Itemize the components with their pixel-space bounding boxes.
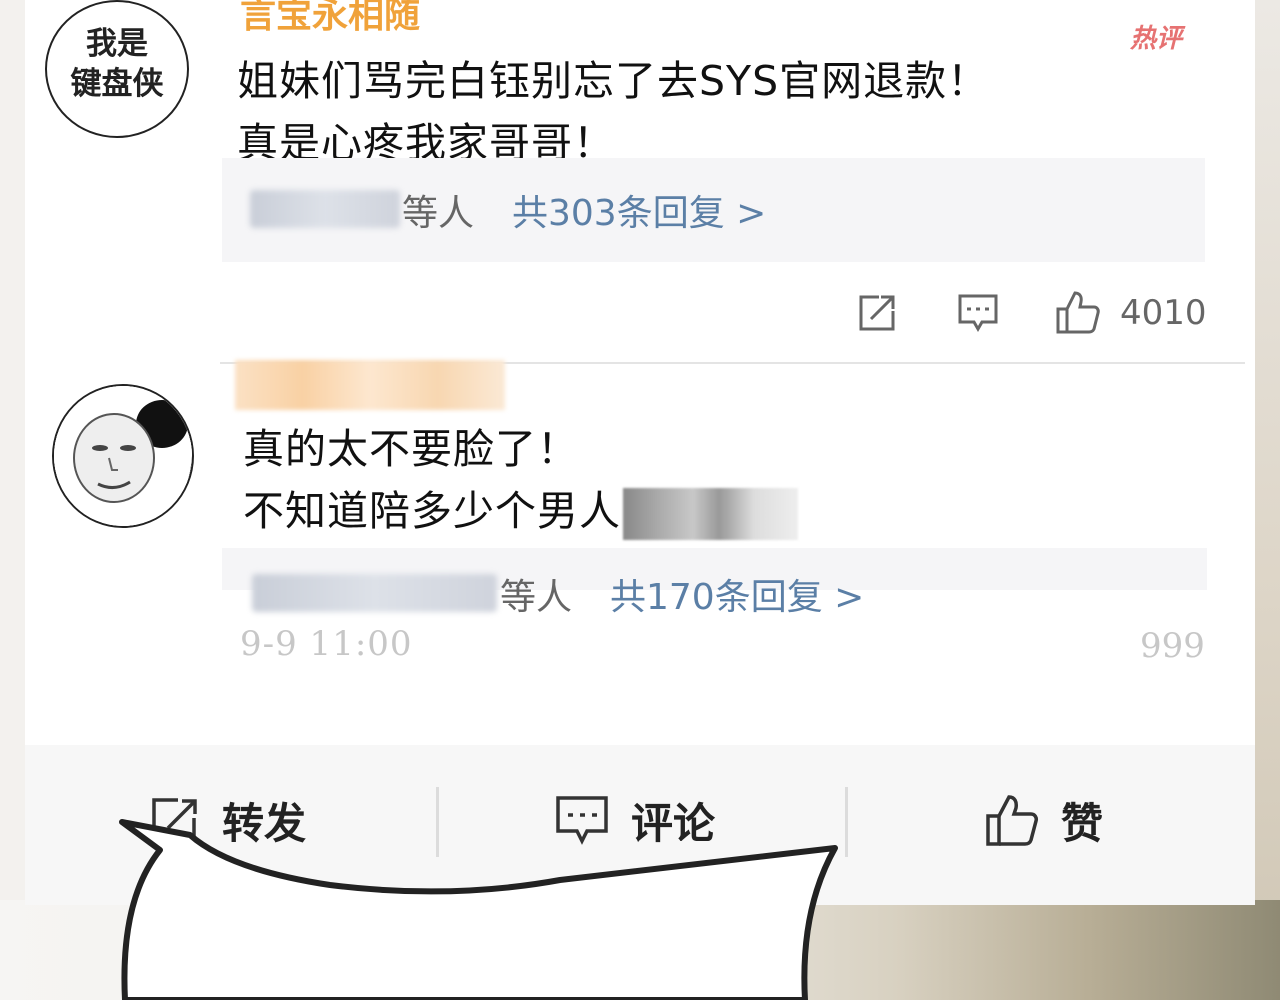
speech-bubble <box>119 819 838 1000</box>
